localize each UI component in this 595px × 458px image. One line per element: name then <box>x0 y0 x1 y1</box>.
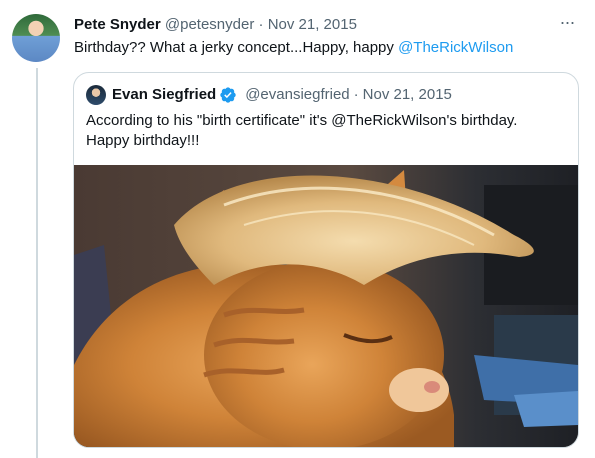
avatar-column <box>12 14 62 62</box>
quoted-user-handle[interactable]: @evansiegfried <box>245 85 349 105</box>
quoted-display-name[interactable]: Evan Siegfried <box>112 85 216 105</box>
display-name[interactable]: Pete Snyder <box>74 16 161 33</box>
quoted-tweet[interactable]: Evan Siegfried @evansiegfried · Nov 21, … <box>73 72 579 448</box>
tweet-header: Pete Snyder @petesnyder · Nov 21, 2015 <box>74 15 575 35</box>
separator-dot: · <box>258 16 264 33</box>
user-handle[interactable]: @petesnyder <box>165 16 254 33</box>
quoted-tweet-text: According to his "birth certificate" it'… <box>86 111 556 151</box>
quoted-tweet-header: Evan Siegfried @evansiegfried · Nov 21, … <box>86 85 452 105</box>
avatar[interactable] <box>12 14 60 62</box>
tweet-date[interactable]: Nov 21, 2015 <box>268 16 357 33</box>
quoted-text-line-1: According to his "birth certificate" it'… <box>86 112 518 129</box>
tweet-text: Birthday?? What a jerky concept...Happy,… <box>74 38 575 58</box>
mention-link[interactable]: @TheRickWilson <box>398 39 513 56</box>
more-options-icon[interactable]: ··· <box>557 13 577 35</box>
quoted-media-image[interactable] <box>74 165 578 447</box>
quoted-separator-dot: · <box>353 86 359 103</box>
tweet-text-body: Birthday?? What a jerky concept...Happy,… <box>74 39 399 56</box>
quoted-text-line-2: Happy birthday!!! <box>86 132 200 149</box>
thread-line <box>36 68 38 458</box>
verified-badge-icon <box>220 87 236 103</box>
cat-photo <box>74 165 578 447</box>
tweet[interactable]: Pete Snyder @petesnyder · Nov 21, 2015 ·… <box>0 0 595 458</box>
quoted-tweet-date[interactable]: Nov 21, 2015 <box>363 85 452 105</box>
quoted-avatar[interactable] <box>86 85 106 105</box>
